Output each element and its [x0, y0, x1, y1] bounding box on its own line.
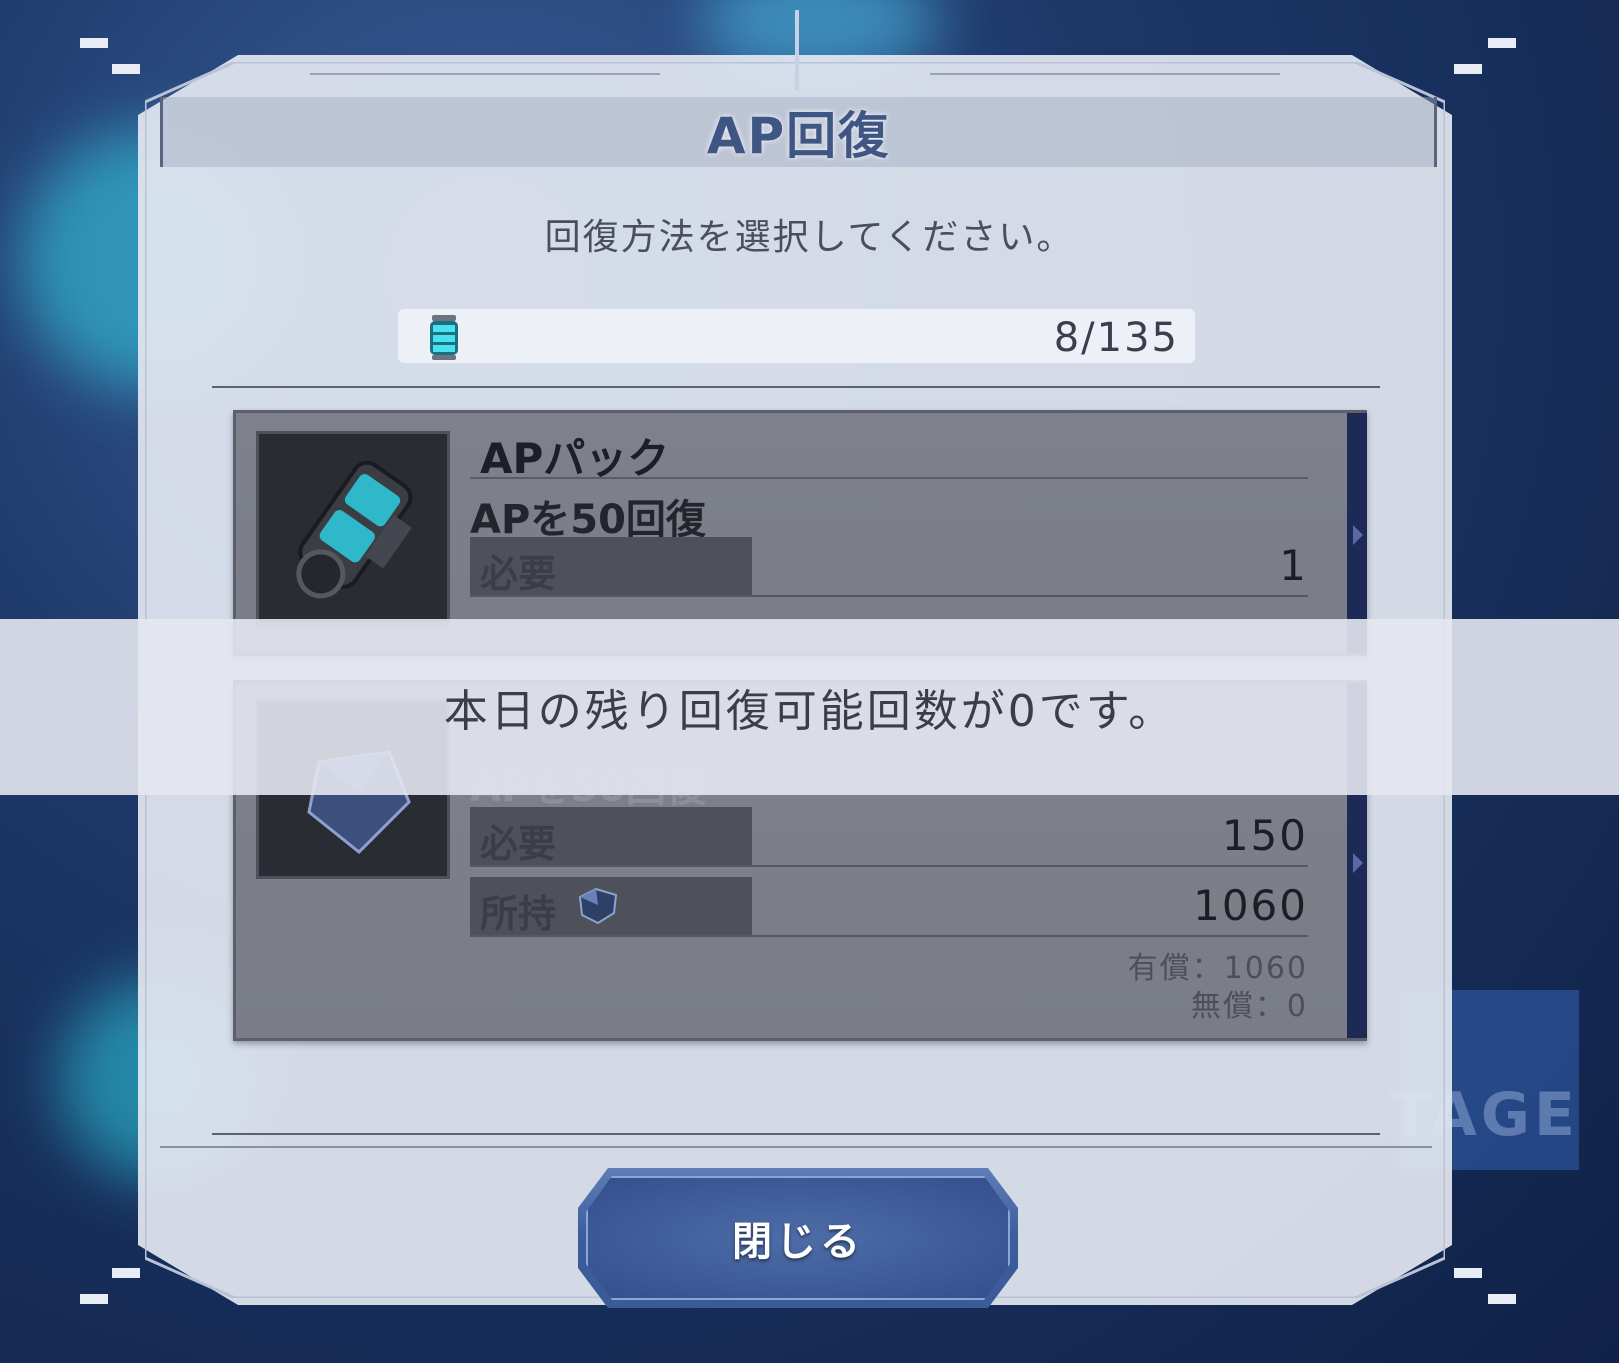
ap-canister-icon	[430, 315, 458, 360]
item-thumbnail	[256, 431, 450, 625]
dialog-title: AP回復	[706, 107, 891, 165]
frame-corner-mark	[80, 1294, 108, 1304]
ap-pack-icon	[296, 460, 413, 599]
frame-corner-mark	[1454, 1268, 1482, 1278]
toast-banner: 本日の残り回復可能回数が0です。	[0, 619, 1619, 795]
frame-corner-mark	[1454, 64, 1482, 74]
top-deco-line	[310, 73, 660, 75]
frame-corner-mark	[112, 64, 140, 74]
required-value: 1	[1279, 541, 1308, 590]
card-accent	[1347, 413, 1367, 653]
close-button-label: 閉じる	[732, 1219, 864, 1265]
required-label: 必要	[480, 552, 557, 596]
dialog-title-bar: AP回復	[160, 97, 1437, 167]
chevron-right-icon	[1353, 525, 1363, 545]
ap-counter-value: 8/135	[1053, 315, 1179, 361]
top-deco-line	[930, 73, 1280, 75]
required-value: 150	[1221, 811, 1308, 860]
close-button[interactable]: 閉じる	[578, 1168, 1018, 1308]
frame-corner-mark	[1488, 38, 1516, 48]
section-divider	[212, 386, 1380, 388]
title-underline	[470, 477, 1308, 479]
top-deco-tick	[795, 10, 799, 90]
free-amount: 無償：0	[1190, 989, 1308, 1024]
owned-row: 所持 1060	[470, 877, 1308, 937]
frame-corner-mark	[112, 1268, 140, 1278]
frame-corner-mark	[1488, 1294, 1516, 1304]
owned-label: 所持	[480, 892, 557, 936]
required-row: 必要 1	[470, 537, 1308, 597]
section-divider	[212, 1133, 1380, 1135]
required-label: 必要	[480, 822, 557, 866]
toast-message: 本日の残り回復可能回数が0です。	[443, 686, 1176, 737]
required-row: 必要 150	[470, 807, 1308, 867]
bottom-deco-line	[160, 1146, 1432, 1148]
dialog-subtitle: 回復方法を選択してください。	[544, 217, 1075, 258]
gem-icon	[578, 887, 618, 925]
frame-corner-mark	[80, 38, 108, 48]
owned-value: 1060	[1193, 881, 1308, 930]
chevron-right-icon	[1353, 853, 1363, 873]
ap-counter-bar: 8/135	[398, 309, 1195, 363]
